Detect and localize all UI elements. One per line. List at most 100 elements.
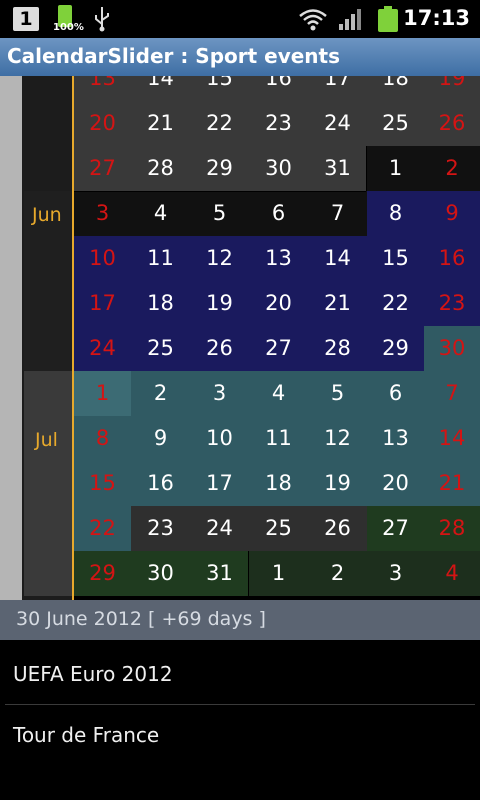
- day-cell[interactable]: 13: [74, 76, 131, 101]
- day-cell[interactable]: 3: [367, 551, 424, 596]
- day-cell[interactable]: 19: [308, 461, 367, 506]
- day-cell[interactable]: 24: [190, 506, 249, 551]
- day-cell[interactable]: 22: [367, 281, 424, 326]
- wifi-icon: [299, 9, 327, 31]
- day-cell[interactable]: 29: [74, 551, 131, 596]
- day-cell[interactable]: 1: [367, 146, 424, 191]
- usb-icon: [95, 7, 109, 32]
- event-item-euro-2012[interactable]: UEFA Euro 2012: [0, 644, 480, 704]
- day-cell[interactable]: 18: [131, 281, 190, 326]
- day-cell[interactable]: 30: [424, 326, 480, 371]
- day-cell[interactable]: 27: [367, 506, 424, 551]
- battery-full-icon: [378, 6, 398, 32]
- day-cell[interactable]: 10: [190, 416, 249, 461]
- day-cell[interactable]: 13: [249, 236, 308, 281]
- month-boundary-line: [74, 191, 366, 192]
- day-cell[interactable]: 21: [131, 101, 190, 146]
- day-cell[interactable]: 20: [367, 461, 424, 506]
- day-cell[interactable]: 26: [424, 101, 480, 146]
- day-cell[interactable]: 24: [308, 101, 367, 146]
- day-cell[interactable]: 16: [424, 236, 480, 281]
- day-cell[interactable]: 5: [190, 191, 249, 236]
- notification-count: 1: [19, 8, 33, 30]
- day-cell[interactable]: 21: [308, 281, 367, 326]
- event-item-tour-de-france[interactable]: Tour de France: [0, 705, 480, 765]
- day-cell[interactable]: 16: [249, 76, 308, 101]
- day-cell[interactable]: 30: [131, 551, 190, 596]
- battery-percent-label: 100%: [53, 22, 84, 33]
- day-cell[interactable]: 25: [367, 101, 424, 146]
- day-cell[interactable]: 17: [190, 461, 249, 506]
- day-cell[interactable]: 7: [424, 371, 480, 416]
- day-cell[interactable]: 18: [249, 461, 308, 506]
- day-cell[interactable]: 6: [367, 371, 424, 416]
- day-cell[interactable]: 16: [131, 461, 190, 506]
- day-cell[interactable]: 17: [74, 281, 131, 326]
- notification-count-icon[interactable]: 1: [13, 7, 39, 31]
- day-cell[interactable]: 13: [367, 416, 424, 461]
- signal-strength-icon: [339, 9, 361, 30]
- month-boundary-line: [366, 146, 367, 191]
- day-cell[interactable]: 5: [308, 371, 367, 416]
- day-cell[interactable]: 21: [424, 461, 480, 506]
- day-cell[interactable]: 17: [308, 76, 367, 101]
- day-cell[interactable]: 7: [308, 191, 367, 236]
- day-cell[interactable]: 2: [424, 146, 480, 191]
- day-cell[interactable]: 14: [308, 236, 367, 281]
- day-cell[interactable]: 28: [131, 146, 190, 191]
- day-cell[interactable]: 20: [249, 281, 308, 326]
- day-cell[interactable]: 22: [190, 101, 249, 146]
- day-cell[interactable]: 28: [308, 326, 367, 371]
- day-cell[interactable]: 4: [424, 551, 480, 596]
- day-cell[interactable]: 8: [74, 416, 131, 461]
- day-cell[interactable]: 9: [424, 191, 480, 236]
- day-cell[interactable]: 12: [190, 236, 249, 281]
- day-cell[interactable]: 12: [308, 416, 367, 461]
- day-cell[interactable]: 1: [74, 371, 131, 416]
- day-cell[interactable]: 2: [308, 551, 367, 596]
- day-cell[interactable]: 23: [424, 281, 480, 326]
- day-cell[interactable]: 14: [424, 416, 480, 461]
- day-cell[interactable]: 18: [367, 76, 424, 101]
- day-cell[interactable]: 26: [308, 506, 367, 551]
- scrollbar-track[interactable]: [0, 76, 22, 600]
- day-cell[interactable]: 15: [367, 236, 424, 281]
- day-cell[interactable]: 30: [249, 146, 308, 191]
- day-cell[interactable]: 11: [249, 416, 308, 461]
- day-cell[interactable]: 24: [74, 326, 131, 371]
- day-cell[interactable]: 9: [131, 416, 190, 461]
- day-cell[interactable]: 26: [190, 326, 249, 371]
- day-cell[interactable]: 22: [74, 506, 131, 551]
- day-cell[interactable]: 3: [190, 371, 249, 416]
- day-cell[interactable]: 10: [74, 236, 131, 281]
- day-cell[interactable]: 29: [367, 326, 424, 371]
- calendar-grid[interactable]: Jun Jul 13 14 15 16 17 18 19 20 21 22 23 24 25 26 27 28…: [0, 76, 480, 600]
- day-cell[interactable]: 15: [190, 76, 249, 101]
- day-cell[interactable]: 8: [367, 191, 424, 236]
- day-cell[interactable]: 27: [74, 146, 131, 191]
- day-cell[interactable]: 31: [190, 551, 249, 596]
- day-cell[interactable]: 25: [131, 326, 190, 371]
- day-cell[interactable]: 1: [249, 551, 308, 596]
- app-title: CalendarSlider : Sport events: [7, 44, 341, 68]
- day-cell[interactable]: 31: [308, 146, 367, 191]
- selected-date-label: 30 June 2012 [ +69 days ]: [16, 608, 266, 630]
- day-cell[interactable]: 19: [190, 281, 249, 326]
- day-cell[interactable]: 6: [249, 191, 308, 236]
- day-cell[interactable]: 29: [190, 146, 249, 191]
- day-cell[interactable]: 19: [424, 76, 480, 101]
- day-cell[interactable]: 28: [424, 506, 480, 551]
- day-cell[interactable]: 15: [74, 461, 131, 506]
- day-cell[interactable]: 11: [131, 236, 190, 281]
- day-cell[interactable]: 25: [249, 506, 308, 551]
- day-cell[interactable]: 23: [249, 101, 308, 146]
- day-cell[interactable]: 27: [249, 326, 308, 371]
- day-cell[interactable]: 23: [131, 506, 190, 551]
- day-cell[interactable]: 3: [74, 191, 131, 236]
- day-cell[interactable]: 4: [131, 191, 190, 236]
- day-cell[interactable]: 2: [131, 371, 190, 416]
- day-cell[interactable]: 20: [74, 101, 131, 146]
- clock: 17:13: [403, 6, 470, 30]
- day-cell[interactable]: 4: [249, 371, 308, 416]
- day-cell[interactable]: 14: [131, 76, 190, 101]
